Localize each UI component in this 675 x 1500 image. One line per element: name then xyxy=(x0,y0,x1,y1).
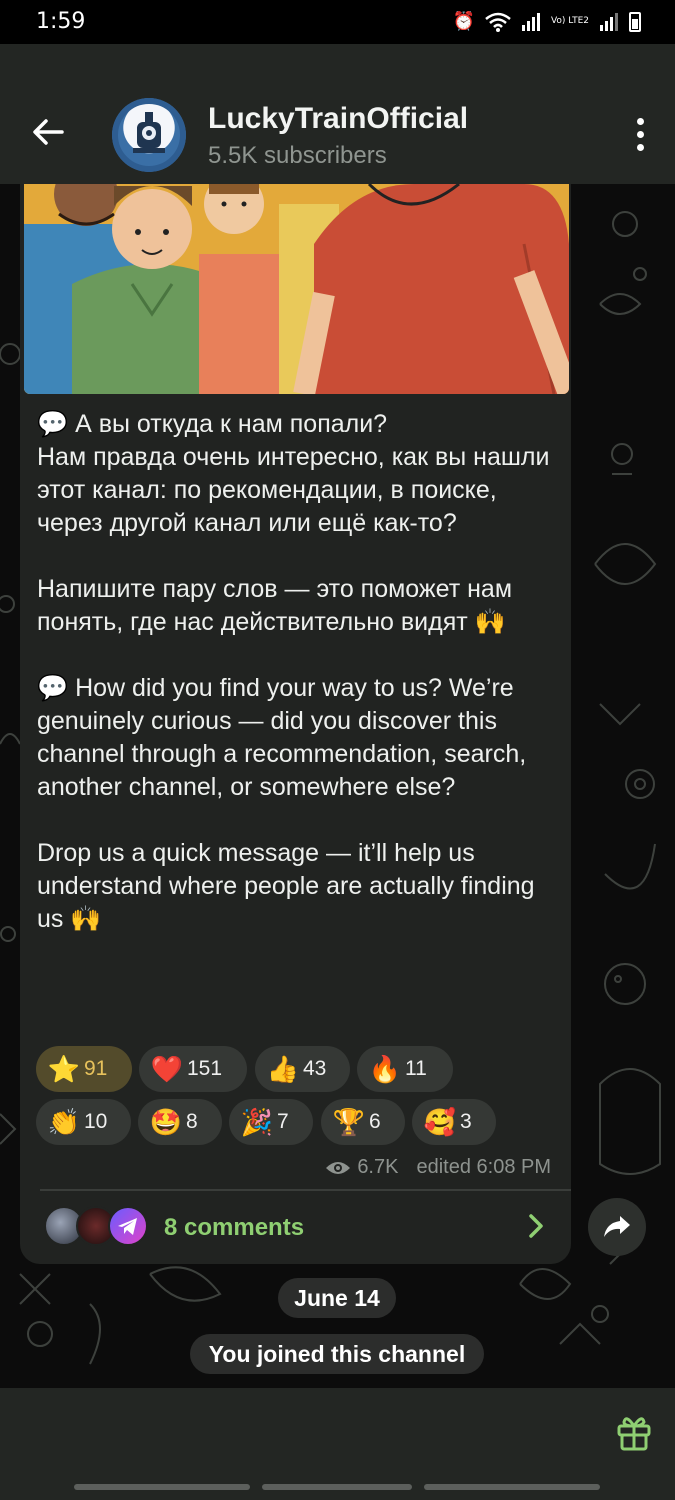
post-meta: 6.7K edited 6:08 PM xyxy=(325,1156,551,1179)
eye-icon xyxy=(326,1161,351,1174)
party-popper-icon: 🎉 xyxy=(240,1106,274,1137)
volte-icon: Vo) LTE2 xyxy=(550,16,589,26)
share-arrow-icon xyxy=(604,1216,630,1237)
alarm-icon: ⏰ xyxy=(452,11,475,32)
reaction-star[interactable]: ⭐ 91 xyxy=(36,1046,132,1092)
thumbs-up-icon: 👍 xyxy=(266,1053,300,1084)
nav-indicator xyxy=(424,1484,600,1490)
gift-icon[interactable] xyxy=(614,1412,654,1452)
channel-title[interactable]: LuckyTrainOfficial xyxy=(208,102,468,136)
comments-count: 8 comments xyxy=(164,1214,305,1241)
chevron-right-icon xyxy=(529,1214,543,1238)
service-message: You joined this channel xyxy=(190,1334,484,1374)
reaction-count: 151 xyxy=(187,1057,223,1080)
smiling-face-hearts-icon: 🥰 xyxy=(423,1106,457,1137)
train-logo-icon xyxy=(112,98,186,172)
reaction-count: 43 xyxy=(303,1057,327,1080)
reaction-count: 8 xyxy=(186,1110,198,1133)
status-time: 1:59 xyxy=(36,9,86,34)
reaction-count: 10 xyxy=(84,1110,108,1133)
reaction-count: 3 xyxy=(460,1110,472,1133)
reaction-heart[interactable]: ❤️ 151 xyxy=(139,1046,247,1092)
fire-icon: 🔥 xyxy=(368,1053,402,1084)
reaction-thumbs-up[interactable]: 👍 43 xyxy=(255,1046,350,1092)
reaction-smiling-hearts[interactable]: 🥰 3 xyxy=(412,1099,496,1145)
commenter-avatar xyxy=(108,1206,148,1246)
star-icon: ⭐ xyxy=(47,1053,81,1084)
share-button[interactable] xyxy=(588,1198,646,1256)
post-text: 💬 А вы откуда к нам попали? Нам правда о… xyxy=(37,410,550,933)
channel-post[interactable]: 💬 А вы откуда к нам попали? Нам правда о… xyxy=(20,184,571,1264)
reaction-fire[interactable]: 🔥 11 xyxy=(357,1046,453,1092)
reaction-trophy[interactable]: 🏆 6 xyxy=(321,1099,405,1145)
signal-icon-2 xyxy=(600,12,618,31)
wifi-icon xyxy=(485,12,511,32)
chat-header: LuckyTrainOfficial 5.5K subscribers xyxy=(0,44,675,184)
more-vertical-icon[interactable] xyxy=(637,118,645,152)
signal-icon xyxy=(521,12,540,31)
reaction-count: 7 xyxy=(277,1110,289,1133)
divider xyxy=(40,1189,571,1191)
status-bar: 1:59 ⏰ Vo) LTE2 xyxy=(0,0,675,44)
view-count: 6.7K xyxy=(357,1156,399,1178)
star-struck-icon: 🤩 xyxy=(149,1106,183,1137)
reaction-star-struck[interactable]: 🤩 8 xyxy=(138,1099,222,1145)
date-separator: June 14 xyxy=(278,1278,396,1318)
subscriber-count: 5.5K subscribers xyxy=(208,142,387,169)
people-illustration xyxy=(24,184,569,394)
nav-indicator xyxy=(74,1484,250,1490)
status-icons: ⏰ Vo) LTE2 xyxy=(453,11,641,32)
trophy-icon: 🏆 xyxy=(332,1106,366,1137)
nav-indicator xyxy=(262,1484,412,1490)
reaction-party[interactable]: 🎉 7 xyxy=(229,1099,313,1145)
clapping-hands-icon: 👏 xyxy=(47,1106,81,1137)
edited-time: edited 6:08 PM xyxy=(416,1156,551,1178)
channel-avatar[interactable] xyxy=(112,98,186,172)
reaction-count: 6 xyxy=(369,1110,381,1133)
post-image[interactable] xyxy=(24,184,569,394)
heart-icon: ❤️ xyxy=(150,1053,184,1084)
reaction-clap[interactable]: 👏 10 xyxy=(36,1099,131,1145)
arrow-left-icon[interactable] xyxy=(28,112,68,152)
telegram-icon xyxy=(118,1218,137,1235)
reaction-count: 11 xyxy=(405,1057,427,1080)
battery-icon xyxy=(629,11,641,32)
comments-button[interactable]: 8 comments xyxy=(20,1194,571,1258)
reaction-count: 91 xyxy=(84,1057,108,1080)
